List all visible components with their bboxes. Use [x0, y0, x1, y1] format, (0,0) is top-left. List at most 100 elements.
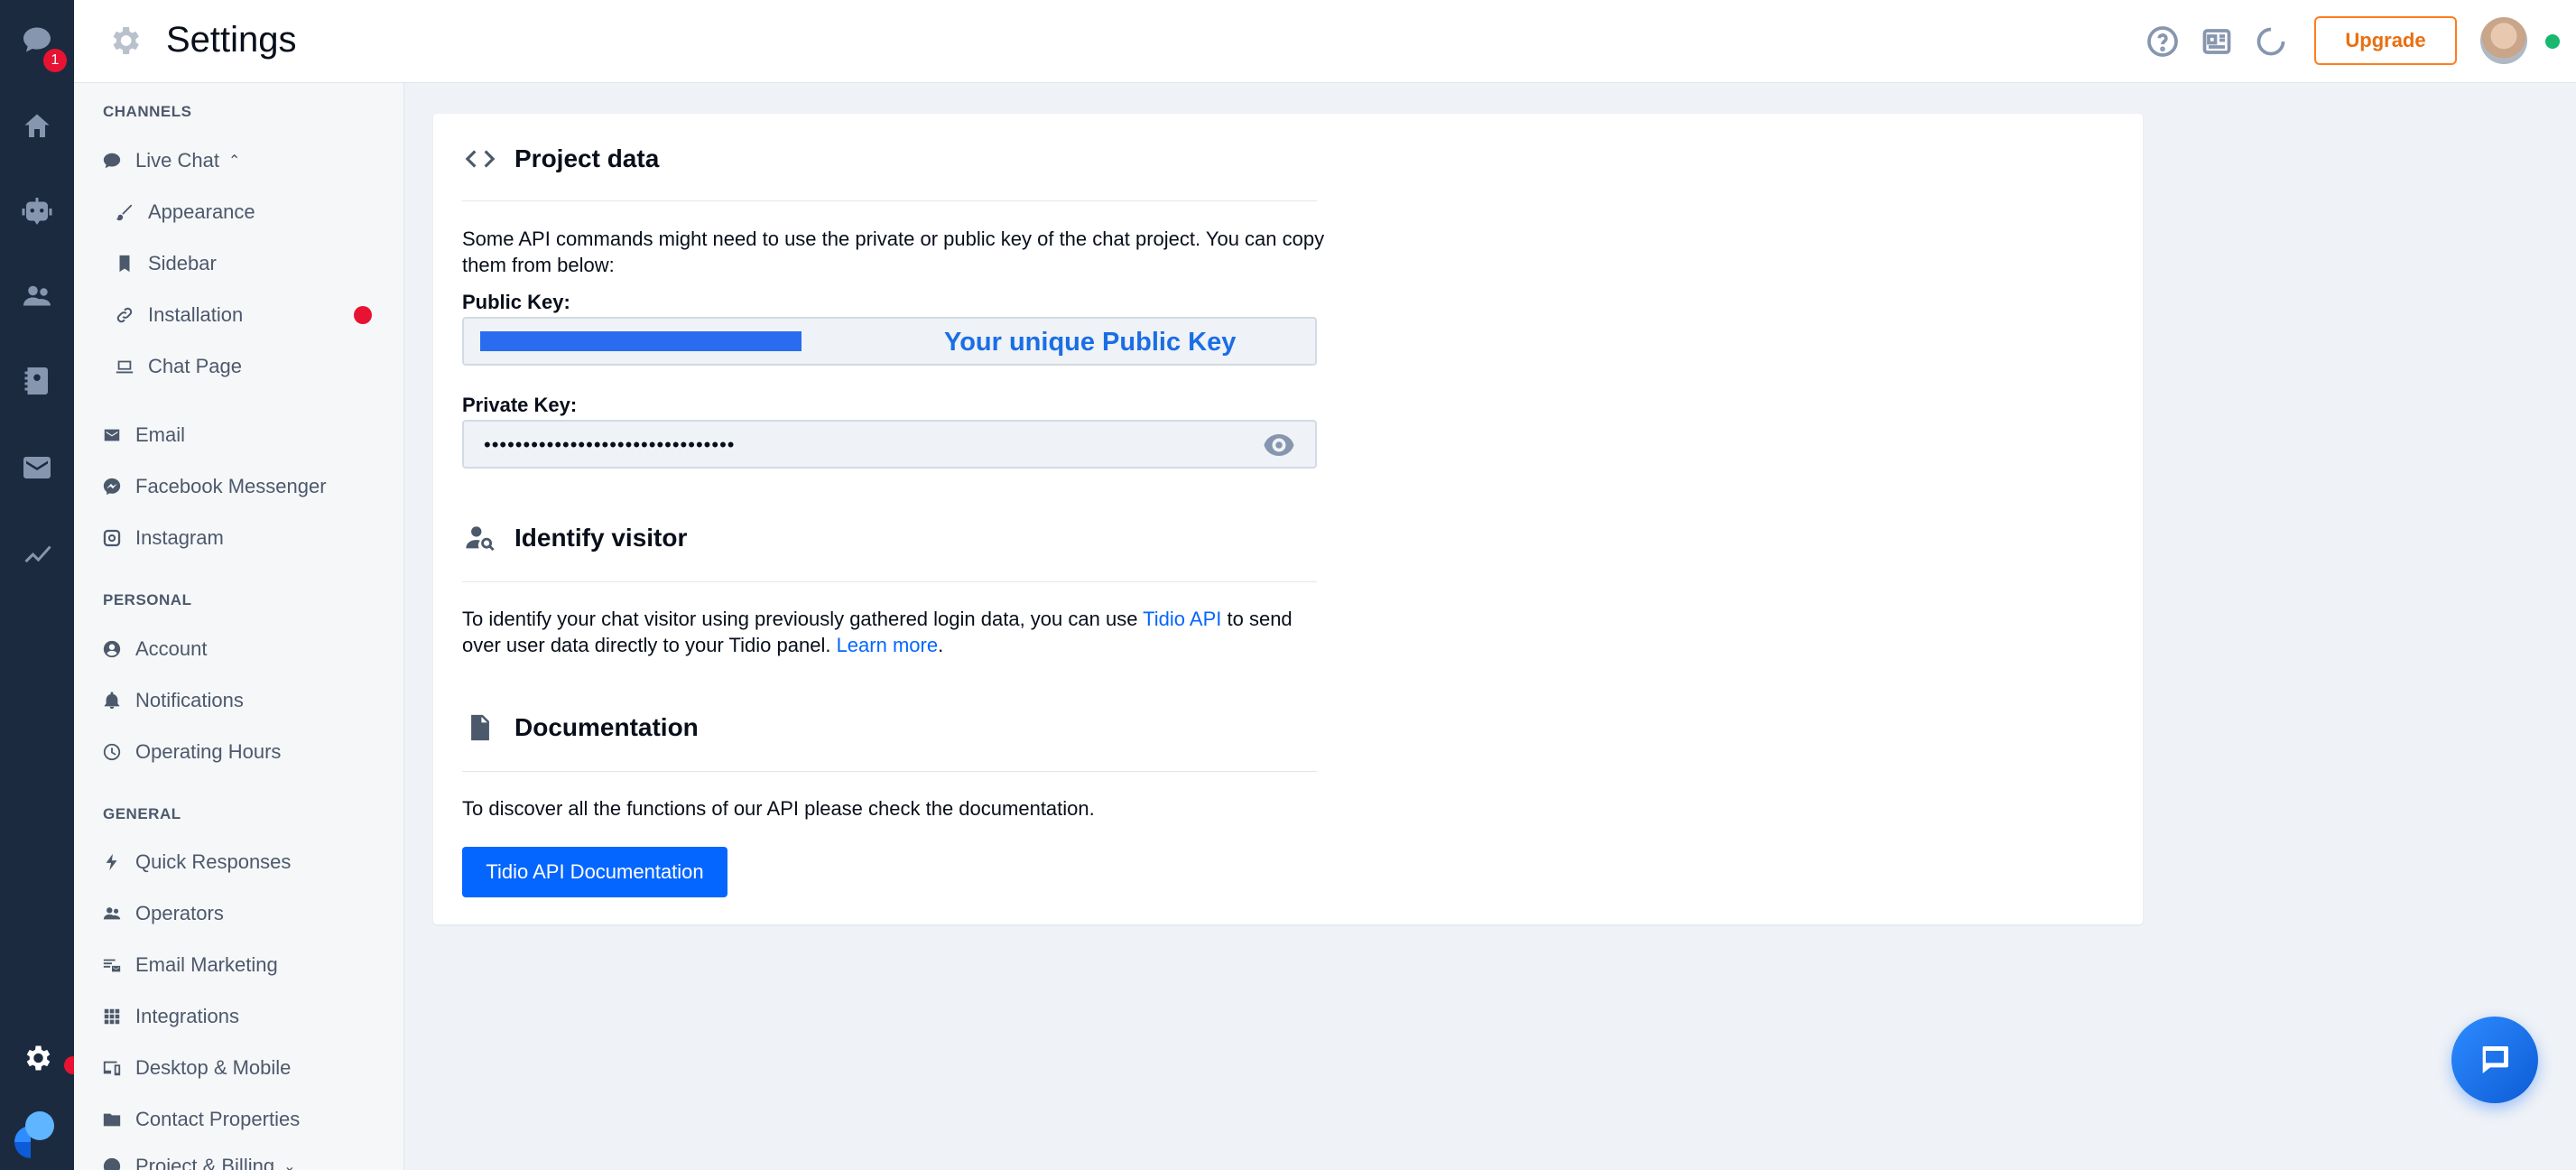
billing-icon: [101, 1156, 123, 1170]
divider: [462, 200, 1317, 201]
unread-badge: 1: [43, 49, 67, 72]
private-key-value: ••••••••••••••••••••••••••••••••: [484, 433, 736, 456]
loader-icon[interactable]: [2255, 25, 2287, 58]
settings-sidebar: CHANNELS Live Chat ⌃ Appearance Sidebar …: [74, 0, 404, 1170]
sidebar-item-label: Facebook Messenger: [135, 475, 327, 497]
sidebar-item-label: Operating Hours: [135, 740, 282, 763]
folder-icon: [101, 1109, 123, 1130]
news-icon[interactable]: [2201, 25, 2233, 58]
sidebar-item-label: Notifications: [135, 689, 244, 711]
sidebar-item-project-billing[interactable]: Project & Billing ⌄: [101, 1147, 295, 1170]
sidebar-item-account[interactable]: Account: [101, 629, 208, 669]
sidebar-item-label: Operators: [135, 902, 224, 924]
sidebar-item-label: Account: [135, 637, 208, 660]
sidebar-item-label: Contact Properties: [135, 1108, 301, 1130]
sidebar-item-live-chat[interactable]: Live Chat ⌃: [101, 141, 240, 181]
sidebar-item-contact-properties[interactable]: Contact Properties: [101, 1100, 300, 1139]
project-data-header: Project data: [462, 141, 659, 177]
installation-alert-dot: [354, 306, 372, 324]
visitors-icon[interactable]: [15, 274, 59, 318]
bell-icon: [101, 690, 123, 711]
sidebar-item-label: Integrations: [135, 1005, 239, 1027]
section-personal: PERSONAL: [103, 591, 192, 608]
laptop-icon: [114, 356, 135, 377]
section-title: Project data: [514, 144, 660, 172]
settings-icon[interactable]: [15, 1036, 59, 1080]
code-icon: [462, 141, 498, 177]
grid-icon: [101, 1006, 123, 1027]
sidebar-item-integrations[interactable]: Integrations: [101, 997, 239, 1036]
page-title: Settings: [166, 20, 297, 60]
chat-widget-button[interactable]: [2451, 1017, 2538, 1103]
document-icon: [462, 710, 498, 746]
sidebar-item-operators[interactable]: Operators: [101, 894, 224, 933]
sidebar-item-operating-hours[interactable]: Operating Hours: [101, 732, 281, 772]
analytics-icon[interactable]: [15, 531, 59, 574]
identify-visitor-description: To identify your chat visitor using prev…: [462, 606, 1329, 658]
sidebar-item-label: Instagram: [135, 526, 224, 549]
sidebar-item-appearance[interactable]: Appearance: [114, 192, 255, 232]
devices-icon: [101, 1057, 123, 1079]
project-data-description: Some API commands might need to use the …: [462, 228, 1325, 276]
sidebar-item-label: Email Marketing: [135, 953, 278, 976]
inbox-icon[interactable]: [15, 446, 59, 489]
chevron-down-icon: ⌄: [283, 1159, 296, 1170]
tidio-api-link[interactable]: Tidio API: [1143, 608, 1221, 630]
sidebar-item-label: Appearance: [148, 200, 255, 223]
private-key-field[interactable]: ••••••••••••••••••••••••••••••••: [462, 420, 1317, 469]
sidebar-item-label: Chat Page: [148, 355, 242, 377]
public-key-field[interactable]: Your unique Public Key: [462, 317, 1317, 366]
people-icon: [101, 903, 123, 924]
sidebar-item-notifications[interactable]: Notifications: [101, 681, 244, 720]
api-documentation-button[interactable]: Tidio API Documentation: [462, 847, 727, 897]
public-key-label: Public Key:: [462, 291, 570, 313]
user-search-icon: [462, 520, 498, 556]
section-general: GENERAL: [103, 805, 181, 822]
sidebar-item-label: Project & Billing: [135, 1155, 275, 1170]
bot-icon[interactable]: [15, 190, 59, 233]
public-key-caption: Your unique Public Key: [944, 328, 1237, 357]
upgrade-button[interactable]: Upgrade: [2314, 16, 2457, 65]
section-channels: CHANNELS: [103, 103, 192, 120]
home-icon[interactable]: [15, 105, 59, 148]
email-marketing-icon: [101, 954, 123, 976]
documentation-header: Documentation: [462, 710, 699, 746]
sidebar-item-facebook-messenger[interactable]: Facebook Messenger: [101, 467, 327, 506]
help-icon[interactable]: [2146, 25, 2179, 58]
tidio-logo[interactable]: [9, 1106, 58, 1158]
sidebar-item-installation[interactable]: Installation: [114, 295, 243, 335]
avatar[interactable]: [2480, 17, 2527, 64]
sidebar-item-desktop-mobile[interactable]: Desktop & Mobile: [101, 1048, 291, 1088]
learn-more-link[interactable]: Learn more: [837, 634, 939, 656]
gear-icon: [107, 23, 143, 59]
clock-icon: [101, 741, 123, 763]
sidebar-item-email-marketing[interactable]: Email Marketing: [101, 945, 278, 985]
messenger-icon: [101, 476, 123, 497]
sidebar-item-sidebar[interactable]: Sidebar: [114, 244, 217, 283]
instagram-icon: [101, 527, 123, 549]
message-icon: [2482, 1046, 2508, 1073]
sidebar-item-label: Sidebar: [148, 252, 217, 274]
private-key-label: Private Key:: [462, 394, 578, 416]
section-title: Documentation: [514, 713, 699, 741]
link-icon: [114, 304, 135, 326]
sidebar-item-label: Quick Responses: [135, 850, 292, 873]
contacts-icon[interactable]: [15, 359, 59, 403]
sidebar-item-label: Email: [135, 423, 186, 446]
sidebar-item-chat-page[interactable]: Chat Page: [114, 347, 242, 386]
identify-text: .: [938, 634, 944, 656]
sidebar-item-quick-responses[interactable]: Quick Responses: [101, 842, 291, 882]
bookmark-icon: [114, 253, 135, 274]
sidebar-item-label: Installation: [148, 303, 244, 326]
redacted-key-highlight: [480, 331, 802, 351]
documentation-description: To discover all the functions of our API…: [462, 797, 1095, 820]
left-rail: 1: [0, 0, 82, 1170]
eye-icon[interactable]: [1263, 432, 1295, 458]
lightning-icon: [101, 851, 123, 873]
sidebar-item-instagram[interactable]: Instagram: [101, 518, 224, 558]
chat-bubble-icon: [101, 150, 123, 172]
sidebar-item-email[interactable]: Email: [101, 415, 185, 455]
divider: [462, 771, 1317, 772]
chevron-up-icon: ⌃: [227, 153, 241, 169]
brush-icon: [114, 201, 135, 223]
